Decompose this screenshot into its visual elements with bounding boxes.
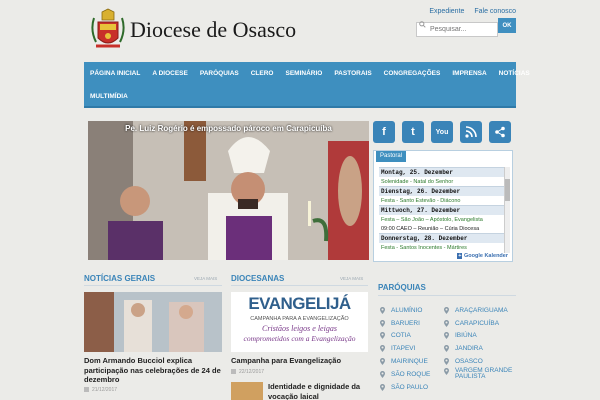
calendar-widget: Pastoral Montag, 25. Dezember Solenidade…	[373, 150, 513, 262]
paroquia-link[interactable]: SÃO PAULO	[380, 381, 430, 394]
paroquias-list-right: ARAÇARIGUAMA CARAPICUÍBA IBIÚNA JANDIRA …	[444, 304, 515, 384]
search-submit-button[interactable]: OK	[498, 18, 516, 33]
diocesanas-item2-image[interactable]	[231, 382, 263, 400]
diocesanas-more-link[interactable]: VEJA MAIS	[340, 276, 363, 281]
divider	[378, 295, 516, 296]
paroquia-link[interactable]: SÃO ROQUE	[380, 368, 430, 381]
map-pin-icon	[380, 306, 385, 314]
banner-subtitle: CAMPANHA PARA A EVANGELIZAÇÃO	[250, 316, 349, 322]
map-pin-icon	[444, 358, 449, 366]
map-pin-icon	[444, 367, 449, 375]
paroquia-link[interactable]: VARGEM GRANDE PAULISTA	[444, 367, 515, 384]
paroquia-link[interactable]: ITAPEVI	[380, 342, 430, 355]
paroquia-link[interactable]: CARAPICUÍBA	[444, 317, 515, 330]
calendar-event[interactable]: Festa – São João – Apóstolo, Evangelista	[379, 215, 504, 224]
calendar-scrollbar[interactable]	[504, 167, 510, 253]
paroquia-link[interactable]: IBIÚNA	[444, 330, 515, 343]
calendar-day: Mittwoch, 27. Dezember	[379, 205, 504, 215]
fale-conosco-link[interactable]: Fale conosco	[474, 8, 516, 15]
map-pin-icon	[380, 319, 385, 327]
calendar-tab-pastoral[interactable]: Pastoral	[376, 151, 406, 162]
map-pin-icon	[444, 345, 449, 353]
facebook-icon[interactable]: f	[373, 121, 395, 143]
twitter-icon[interactable]: t	[402, 121, 424, 143]
nav-imprensa[interactable]: IMPRENSA	[446, 70, 492, 77]
diocese-coat-of-arms-logo[interactable]	[90, 8, 126, 52]
google-calendar-link[interactable]: + Google Kalender	[457, 253, 508, 259]
expediente-link[interactable]: Expediente	[429, 8, 464, 15]
map-pin-icon	[444, 332, 449, 340]
calendar-day: Dienstag, 26. Dezember	[379, 186, 504, 196]
calendar-event[interactable]: 09:00 CAEO – Reunião – Cúria Diocesa	[379, 224, 504, 233]
paroquia-link[interactable]: COTIA	[380, 330, 430, 343]
paroquia-link[interactable]: ARAÇARIGUAMA	[444, 304, 515, 317]
map-pin-icon	[380, 345, 385, 353]
paroquias-list-left: ALUMÍNIO BARUERI COTIA ITAPEVI MAIRINQUE…	[380, 304, 430, 394]
share-icon[interactable]	[489, 121, 511, 143]
divider	[84, 285, 222, 286]
slide-caption[interactable]: Pe. Luiz Rogério é empossado pároco em C…	[88, 124, 369, 133]
banner-script-line-2: comprometidos com a Evangelização	[243, 334, 356, 343]
calendar-agenda: Montag, 25. Dezember Solenidade - Natal …	[379, 167, 504, 253]
nav-multimidia[interactable]: MULTIMÍDIA	[84, 93, 134, 100]
news-section-title[interactable]: NOTÍCIAS GERAIS	[84, 274, 155, 283]
paroquia-link[interactable]: JANDIRA	[444, 342, 515, 355]
slide-photo	[88, 121, 369, 260]
paroquia-link[interactable]: MAIRINQUE	[380, 355, 430, 368]
calendar-day: Donnerstag, 28. Dezember	[379, 233, 504, 243]
diocesanas-section-title[interactable]: DIOCESANAS	[231, 274, 284, 283]
diocesanas-item-title[interactable]: Campanha para Evangelização	[231, 356, 341, 365]
nav-row-2: MULTIMÍDIA	[84, 86, 134, 106]
nav-a-diocese[interactable]: A DIOCESE	[146, 70, 194, 77]
news-item-date: 21/12/2017	[84, 387, 117, 393]
paroquia-link[interactable]: BARUERI	[380, 317, 430, 330]
news-item-image[interactable]	[84, 292, 222, 352]
news-photo	[84, 292, 222, 352]
nav-pagina-inicial[interactable]: PÁGINA INICIAL	[84, 70, 146, 77]
featured-slider[interactable]: Pe. Luiz Rogério é empossado pároco em C…	[88, 121, 369, 260]
banner-script-line-1: Cristãos leigos e leigas	[262, 324, 337, 333]
calendar-event[interactable]: Festa - Santos Inocentes - Mártires	[379, 243, 504, 252]
map-pin-icon	[380, 358, 385, 366]
nav-row-1: PÁGINA INICIAL A DIOCESE PARÓQUIAS CLERO…	[84, 63, 536, 83]
nav-clero[interactable]: CLERO	[245, 70, 280, 77]
divider	[231, 285, 368, 286]
calendar-day: Montag, 25. Dezember	[379, 167, 504, 177]
nav-congregacoes[interactable]: CONGREGAÇÕES	[378, 70, 447, 77]
social-links: f t You	[373, 121, 518, 143]
map-pin-icon	[380, 332, 385, 340]
diocesanas-item2-title[interactable]: Identidade e dignidade da vocação laical	[268, 382, 368, 400]
calendar-icon	[231, 369, 236, 375]
main-navigation: PÁGINA INICIAL A DIOCESE PARÓQUIAS CLERO…	[84, 62, 530, 108]
plus-icon: +	[457, 253, 463, 259]
nav-seminario[interactable]: SEMINÁRIO	[279, 70, 328, 77]
news-more-link[interactable]: VEJA MAIS	[194, 276, 217, 281]
calendar-icon	[84, 387, 89, 393]
map-pin-icon	[444, 319, 449, 327]
youtube-icon[interactable]: You	[431, 121, 453, 143]
paroquia-link[interactable]: ALUMÍNIO	[380, 304, 430, 317]
search-input[interactable]	[416, 22, 498, 37]
banner-title: EVANGELIJÁ	[248, 294, 351, 313]
top-links: Expediente Fale conosco	[421, 8, 516, 15]
search-box: OK	[416, 18, 516, 37]
map-pin-icon	[380, 383, 385, 391]
search-icon	[419, 21, 426, 28]
calendar-event[interactable]: Festa - Santo Estevão - Diácono	[379, 196, 504, 205]
map-pin-icon	[444, 306, 449, 314]
map-pin-icon	[380, 370, 385, 378]
nav-pastorais[interactable]: PASTORAIS	[328, 70, 377, 77]
paroquias-section-title[interactable]: PARÓQUIAS	[378, 283, 426, 292]
nav-noticias[interactable]: NOTÍCIAS	[493, 70, 536, 77]
site-title[interactable]: Diocese de Osasco	[130, 17, 296, 43]
news-item-title[interactable]: Dom Armando Bucciol explica participação…	[84, 356, 224, 385]
calendar-event[interactable]: Solenidade - Natal do Senhor	[379, 177, 504, 186]
rss-icon[interactable]	[460, 121, 482, 143]
diocesanas-item-image[interactable]: EVANGELIJÁ CAMPANHA PARA A EVANGELIZAÇÃO…	[231, 292, 368, 352]
nav-paroquias[interactable]: PARÓQUIAS	[194, 70, 245, 77]
diocesanas-item-date: 22/12/2017	[231, 369, 264, 375]
